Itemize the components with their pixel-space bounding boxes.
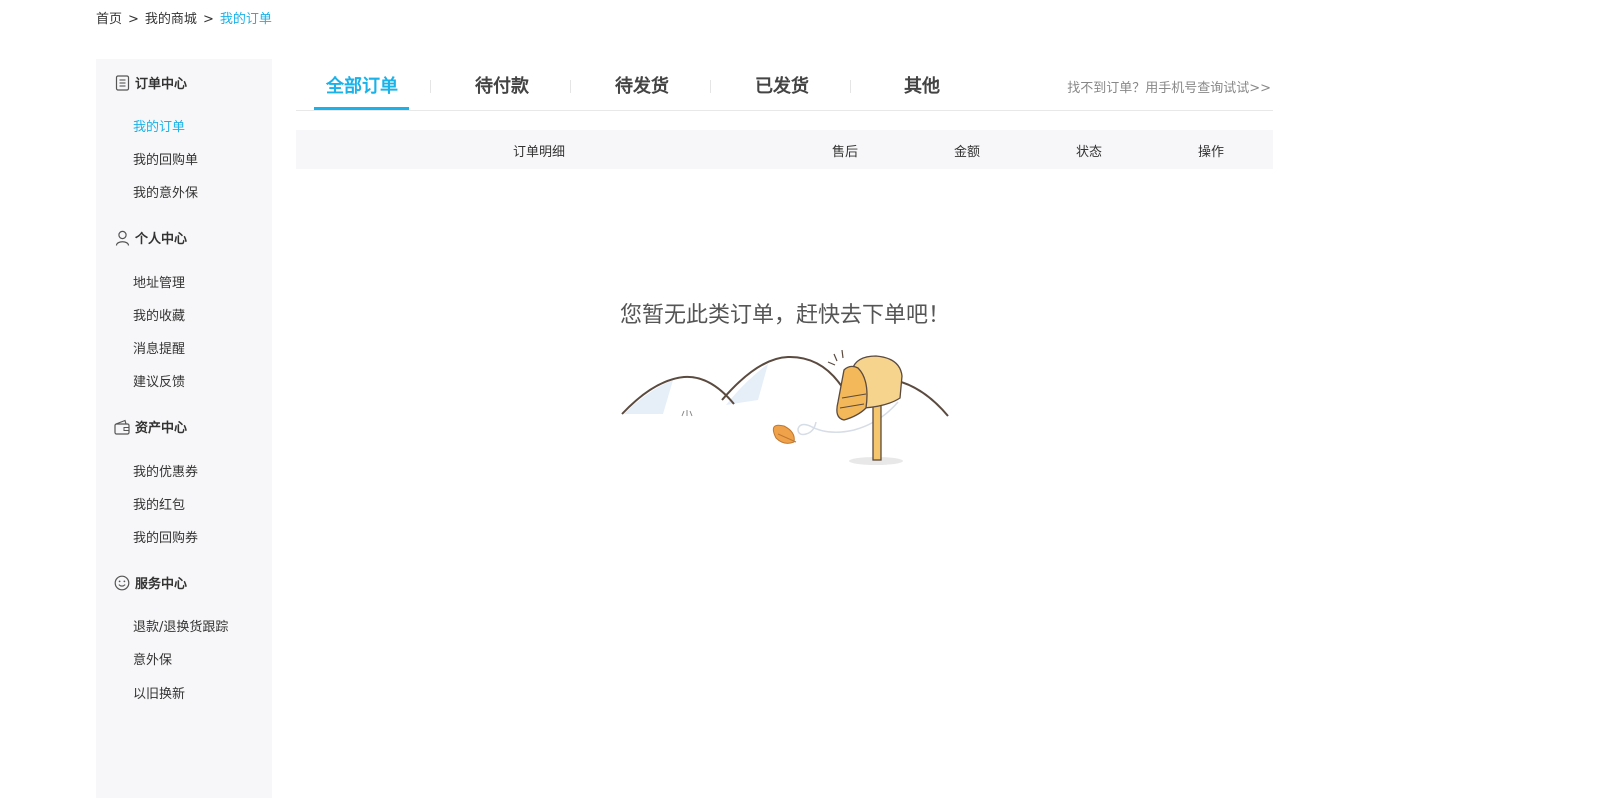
sidebar-item-accident-insurance[interactable]: 我的意外保 bbox=[133, 182, 198, 201]
tab-other[interactable]: 其他 bbox=[874, 72, 970, 98]
tab-divider bbox=[430, 80, 431, 93]
breadcrumb-mall[interactable]: 我的商城 bbox=[145, 12, 197, 27]
sidebar-item-favorites[interactable]: 我的收藏 bbox=[133, 305, 185, 324]
document-icon bbox=[114, 74, 130, 91]
column-header-status: 状态 bbox=[1076, 145, 1103, 160]
sidebar: 订单中心 我的订单 我的回购单 我的意外保 个人中心 地址管理 我的收藏 消息提… bbox=[96, 59, 272, 798]
section-title: 资产中心 bbox=[135, 421, 188, 436]
page: 首页 > 我的商城 > 我的订单 订单中心 我的订单 我的回购单 我的意外保 个… bbox=[0, 0, 1600, 798]
column-header-after-sales: 售后 bbox=[832, 145, 859, 160]
section-title: 订单中心 bbox=[135, 77, 188, 92]
section-personal-center: 个人中心 bbox=[114, 228, 187, 247]
section-asset-center: 资产中心 bbox=[114, 417, 187, 436]
tab-divider bbox=[850, 80, 851, 93]
sidebar-item-buyback-coupons[interactable]: 我的回购券 bbox=[133, 527, 198, 546]
sidebar-item-buyback-orders[interactable]: 我的回购单 bbox=[133, 149, 198, 168]
section-order-center: 订单中心 bbox=[114, 73, 187, 92]
order-tabs: 全部订单 待付款 待发货 已发货 其他 找不到订单？用手机号查询试试>> bbox=[296, 60, 1273, 111]
sidebar-item-notifications[interactable]: 消息提醒 bbox=[133, 338, 185, 357]
sidebar-item-accident-protection[interactable]: 意外保 bbox=[133, 649, 172, 668]
empty-state-message: 您暂无此类订单，赶快去下单吧！ bbox=[619, 303, 950, 328]
column-header-amount: 金额 bbox=[954, 145, 981, 160]
column-header-order-details: 订单明细 bbox=[513, 145, 566, 160]
section-service-center: 服务中心 bbox=[114, 573, 187, 592]
mailbox-icon bbox=[621, 350, 949, 465]
sidebar-item-coupons[interactable]: 我的优惠券 bbox=[133, 461, 198, 480]
phone-lookup-link[interactable]: 找不到订单？用手机号查询试试>> bbox=[1067, 77, 1271, 96]
tab-pending-shipment[interactable]: 待发货 bbox=[594, 72, 690, 98]
section-title: 服务中心 bbox=[135, 577, 188, 592]
tab-divider bbox=[710, 80, 711, 93]
breadcrumb-current: 我的订单 bbox=[219, 12, 272, 27]
sidebar-item-refund-tracking[interactable]: 退款/退换货跟踪 bbox=[133, 616, 228, 635]
sidebar-item-trade-in[interactable]: 以旧换新 bbox=[133, 683, 185, 702]
tab-all-orders[interactable]: 全部订单 bbox=[314, 72, 410, 98]
tab-pending-payment[interactable]: 待付款 bbox=[454, 72, 550, 98]
breadcrumb-separator: > bbox=[202, 12, 214, 27]
smiley-icon bbox=[114, 575, 130, 591]
tab-shipped[interactable]: 已发货 bbox=[734, 72, 830, 98]
breadcrumb-home[interactable]: 首页 bbox=[96, 12, 122, 27]
breadcrumb-separator: > bbox=[128, 12, 139, 27]
sidebar-item-feedback[interactable]: 建议反馈 bbox=[133, 371, 185, 390]
order-table-header: 订单明细 售后 金额 状态 操作 bbox=[296, 130, 1273, 169]
section-title: 个人中心 bbox=[135, 232, 188, 247]
sidebar-item-address[interactable]: 地址管理 bbox=[133, 272, 185, 291]
wallet-icon bbox=[114, 419, 130, 435]
column-header-actions: 操作 bbox=[1198, 145, 1225, 160]
user-icon bbox=[114, 230, 130, 246]
active-tab-indicator bbox=[314, 107, 409, 110]
breadcrumb: 首页 > 我的商城 > 我的订单 bbox=[96, 8, 272, 27]
tab-divider bbox=[570, 80, 571, 93]
sidebar-item-my-orders[interactable]: 我的订单 bbox=[133, 116, 185, 135]
sidebar-item-red-packets[interactable]: 我的红包 bbox=[133, 494, 185, 513]
